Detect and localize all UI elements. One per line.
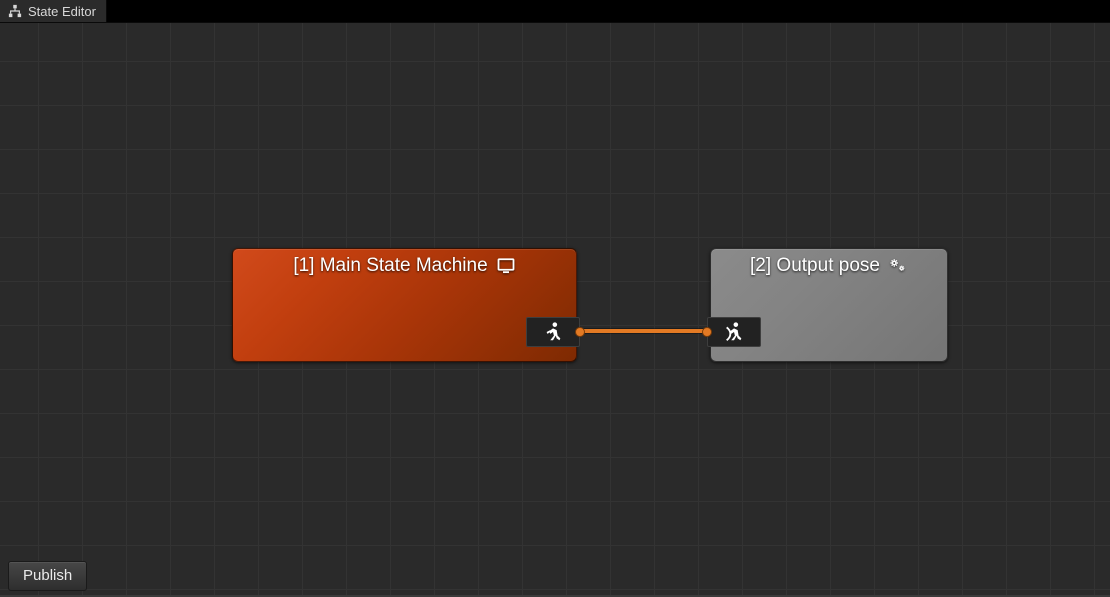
node-title: [2] Output pose (750, 255, 880, 277)
node-main-state-machine[interactable]: [1] Main State Machine (232, 248, 577, 362)
output-pin[interactable] (575, 327, 585, 337)
node-header: [2] Output pose (711, 249, 947, 295)
running-person-icon (542, 321, 564, 343)
tab-bar: State Editor (0, 0, 1110, 22)
tab-state-editor[interactable]: State Editor (0, 0, 107, 22)
publish-button[interactable]: Publish (8, 561, 87, 591)
graph-icon (8, 4, 22, 18)
node-output-pose[interactable]: [2] Output pose (710, 248, 948, 362)
node-header: [1] Main State Machine (233, 249, 576, 295)
node-title: [1] Main State Machine (293, 255, 487, 277)
output-port[interactable] (526, 317, 580, 347)
input-port[interactable] (707, 317, 761, 347)
gears-icon (888, 257, 908, 275)
monitor-icon (496, 257, 516, 275)
tab-label: State Editor (28, 4, 96, 19)
input-pin[interactable] (702, 327, 712, 337)
connection-edge[interactable] (575, 329, 707, 333)
graph-canvas[interactable]: [1] Main State Machine [2] Output pose (0, 22, 1110, 597)
running-person-icon (723, 321, 745, 343)
